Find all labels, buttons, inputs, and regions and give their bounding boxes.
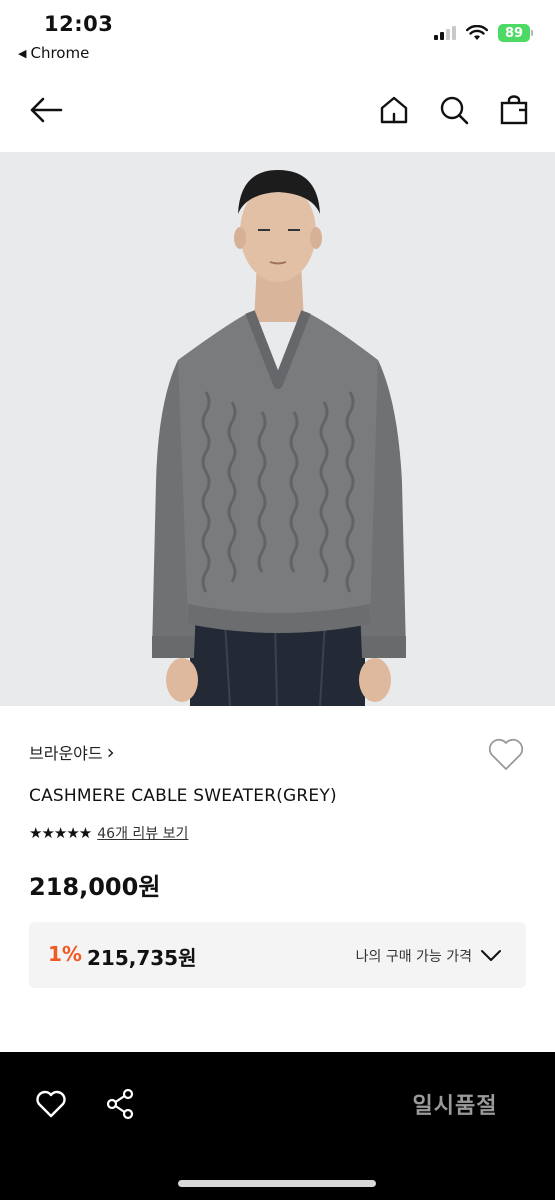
discount-rate: 1% — [48, 942, 82, 966]
soldout-button: 일시품절 — [412, 1094, 498, 1119]
top-nav-bar — [0, 80, 555, 142]
my-price-dropdown[interactable]: 1% 215,735원 나의 구매 가능 가격 — [29, 922, 526, 988]
back-arrow-icon — [30, 97, 63, 123]
battery-icon: 89 — [498, 24, 533, 42]
back-to-app-link[interactable]: ◀ Chrome — [18, 44, 89, 62]
reviews-link[interactable]: 46개 리뷰 보기 — [97, 823, 188, 843]
battery-level: 89 — [498, 24, 530, 42]
home-button[interactable] — [374, 90, 414, 130]
shopping-bag-icon — [500, 95, 528, 125]
status-bar: 12:03 ◀ Chrome 89 — [0, 0, 555, 70]
wishlist-button[interactable] — [487, 736, 525, 772]
wifi-icon — [466, 25, 488, 40]
my-available-price: 215,735원 — [87, 946, 197, 970]
chevron-right-icon: › — [106, 740, 115, 764]
star-rating-icon: ★★★★★ — [29, 824, 92, 842]
heart-outline-icon — [488, 738, 524, 770]
status-indicators: 89 — [434, 24, 533, 42]
share-button[interactable] — [100, 1084, 140, 1124]
back-triangle-icon: ◀ — [18, 46, 27, 60]
search-button[interactable] — [434, 90, 474, 130]
brand-name: 브라운야드 — [29, 744, 103, 763]
cellular-signal-icon — [434, 26, 456, 40]
bottom-action-bar: 일시품절 — [0, 1052, 555, 1200]
home-icon — [380, 96, 408, 124]
home-indicator — [178, 1180, 376, 1187]
rating-row: ★★★★★ 46개 리뷰 보기 — [29, 823, 188, 843]
brand-link[interactable]: 브라운야드 › — [29, 740, 115, 764]
back-app-label: Chrome — [30, 44, 90, 62]
my-price-label: 나의 구매 가능 가격 — [355, 949, 472, 965]
chevron-down-icon — [481, 950, 501, 961]
status-time: 12:03 — [44, 12, 114, 36]
heart-outline-icon — [36, 1090, 66, 1118]
back-button[interactable] — [26, 90, 66, 130]
search-icon — [440, 96, 469, 125]
product-photo-illustration — [152, 170, 406, 706]
share-icon — [106, 1088, 134, 1120]
product-price: 218,000원 — [29, 873, 161, 901]
product-image[interactable] — [0, 152, 555, 706]
cart-button[interactable] — [494, 90, 534, 130]
product-title: CASHMERE CABLE SWEATER(GREY) — [29, 786, 337, 806]
bottom-wishlist-button[interactable] — [31, 1084, 71, 1124]
